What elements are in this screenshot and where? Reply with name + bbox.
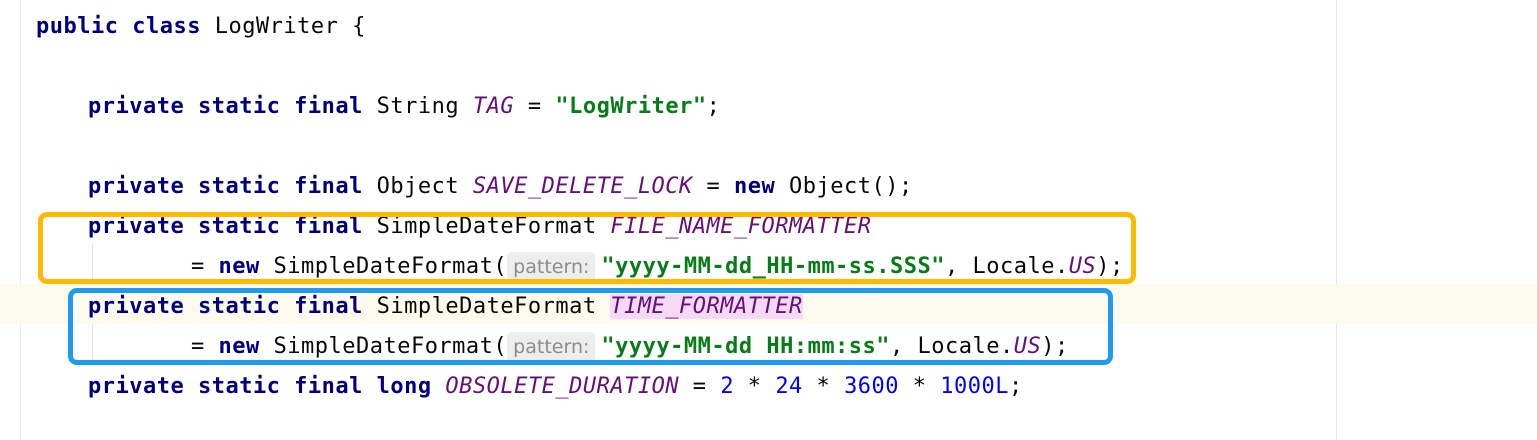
code-line-file-name-formatter[interactable]: private static final SimpleDateFormat FI… (88, 207, 872, 247)
type-name: SimpleDateFormat (362, 294, 611, 319)
keyword: new (218, 254, 260, 279)
string-literal: "yyyy-MM-dd HH:mm:ss" (601, 334, 891, 359)
constructor-call: Object(); (775, 174, 913, 199)
operator: = (191, 254, 219, 279)
punctuation: , Locale. (890, 334, 1014, 359)
code-line-class-decl[interactable]: public class LogWriter { (36, 7, 366, 47)
number-literal: 2 (720, 374, 735, 399)
indent-guide (92, 324, 93, 364)
field-name-highlighted: TIME_FORMATTER (610, 294, 803, 319)
code-line-file-name-formatter-init[interactable]: = new SimpleDateFormat(pattern: "yyyy-MM-… (191, 247, 1124, 287)
string-literal: "LogWriter" (555, 94, 707, 119)
code-line-time-formatter-init[interactable]: = new SimpleDateFormat(pattern: "yyyy-MM-… (191, 327, 1069, 367)
punctuation: ); (1041, 334, 1069, 359)
operator: * (802, 374, 845, 399)
constructor-call: SimpleDateFormat( (259, 254, 508, 279)
code-line-tag[interactable]: private static final String TAG = "LogWr… (88, 87, 720, 127)
number-literal: 1000L (940, 374, 1010, 399)
operator: = (692, 174, 735, 199)
keyword: private static final (88, 294, 363, 319)
field-name: US (1013, 334, 1042, 359)
field-name: TAG (472, 94, 515, 119)
parameter-hint: pattern: (507, 252, 596, 282)
keyword: private static final (88, 94, 363, 119)
code-line-obsolete-duration[interactable]: private static final long OBSOLETE_DURAT… (88, 367, 1023, 407)
keyword: private static final long (88, 374, 432, 399)
code-line-lock[interactable]: private static final Object SAVE_DELETE_… (88, 167, 913, 207)
class-name: LogWriter { (200, 14, 366, 39)
operator: = (514, 94, 556, 119)
right-margin-guide (1336, 0, 1337, 440)
punctuation: , Locale. (945, 254, 1069, 279)
keyword: private static final (88, 174, 363, 199)
string-literal: "yyyy-MM-dd_HH-mm-ss.SSS" (601, 254, 946, 279)
field-name: US (1068, 254, 1097, 279)
keyword: public class (36, 14, 201, 39)
number-literal: 3600 (844, 374, 900, 399)
punctuation: ; (1009, 374, 1023, 399)
type-name: Object (362, 174, 473, 199)
constructor-call: SimpleDateFormat( (259, 334, 508, 359)
type-name: String (362, 94, 473, 119)
code-line-time-formatter[interactable]: private static final SimpleDateFormat TI… (88, 287, 803, 327)
number-literal: 24 (775, 374, 803, 399)
operator: * (734, 374, 776, 399)
punctuation: ); (1096, 254, 1124, 279)
operator: = (679, 374, 721, 399)
operator: = (191, 334, 219, 359)
keyword: new (734, 174, 776, 199)
field-name: FILE_NAME_FORMATTER (610, 214, 872, 239)
type-name: SimpleDateFormat (362, 214, 611, 239)
punctuation: ; (706, 94, 721, 119)
keyword: private static final (88, 214, 363, 239)
parameter-hint: pattern: (507, 332, 596, 362)
operator: * (899, 374, 941, 399)
field-name: OBSOLETE_DURATION (445, 374, 680, 399)
indent-guide (92, 244, 93, 284)
field-name: SAVE_DELETE_LOCK (472, 174, 693, 199)
keyword: new (218, 334, 260, 359)
gutter-border (20, 0, 21, 440)
